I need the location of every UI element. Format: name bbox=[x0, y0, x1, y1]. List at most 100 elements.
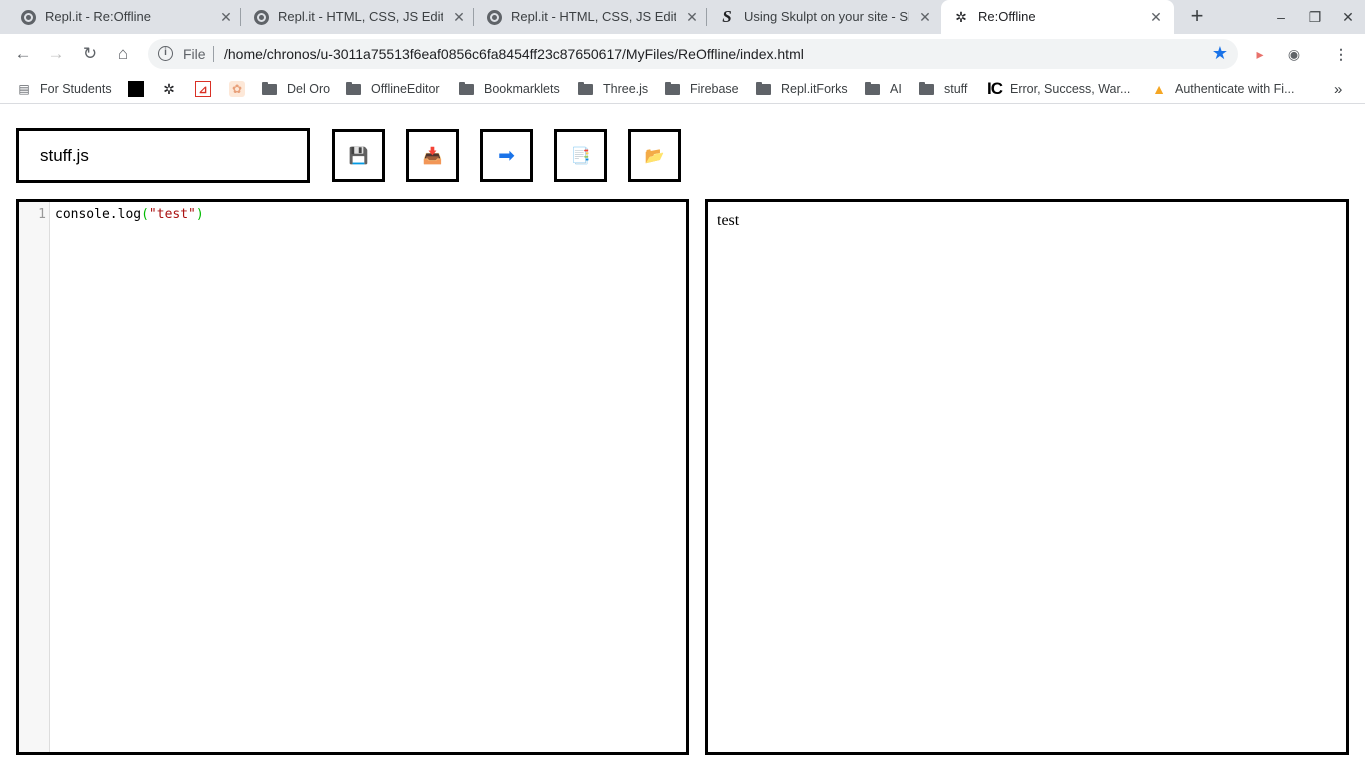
bookmark-threejs[interactable]: Three.js bbox=[578, 80, 648, 98]
code-string: "test" bbox=[148, 207, 196, 222]
tab-strip: Repl.it - Re:Offline ✕ Repl.it - HTML, C… bbox=[0, 0, 1365, 34]
bookmark-label: Repl.itForks bbox=[781, 82, 848, 96]
bookmark-authenticate[interactable]: ▲ Authenticate with Fi... bbox=[1151, 80, 1295, 98]
browser-toolbar: ← → ↻ ⌂ i File /home/chronos/u-3011a7551… bbox=[0, 34, 1365, 74]
bookmark-bookmarklets[interactable]: Bookmarklets bbox=[459, 80, 560, 98]
tab-skulpt[interactable]: S Using Skulpt on your site - Sk ✕ bbox=[707, 0, 940, 34]
bookmark-error-success[interactable]: IC Error, Success, War... bbox=[987, 79, 1131, 98]
tab-replit-editor-1[interactable]: Repl.it - HTML, CSS, JS Editor ✕ bbox=[241, 0, 474, 34]
floppy-disk-icon: 💾 bbox=[348, 147, 369, 165]
bookmark-black-square[interactable] bbox=[128, 80, 144, 98]
download-button[interactable]: 📥 bbox=[406, 129, 459, 182]
line-gutter: 1 bbox=[19, 202, 50, 752]
folder-icon bbox=[756, 81, 771, 95]
line-number: 1 bbox=[38, 207, 46, 222]
bookmark-label: For Students bbox=[40, 82, 112, 96]
home-icon[interactable]: ⌂ bbox=[112, 43, 134, 65]
tab-title: Repl.it - HTML, CSS, JS Editor bbox=[278, 9, 443, 24]
files-button[interactable]: 📑 bbox=[554, 129, 607, 182]
ic-logo-icon: IC bbox=[987, 79, 1003, 98]
close-icon[interactable]: ✕ bbox=[1148, 9, 1164, 25]
output-text: test bbox=[717, 212, 740, 229]
filename-input[interactable] bbox=[16, 128, 310, 183]
close-icon[interactable]: ✕ bbox=[917, 9, 933, 25]
inbox-tray-icon: 📥 bbox=[422, 147, 443, 165]
bookmark-label: Del Oro bbox=[287, 82, 331, 96]
address-bar[interactable]: i File /home/chronos/u-3011a75513f6eaf08… bbox=[148, 39, 1238, 69]
code-identifier: console.log bbox=[55, 207, 142, 222]
folder-icon bbox=[865, 81, 880, 95]
bookmarks-bar: ▤ For Students ✲ ⊿ ✿ Del Oro OfflineEdit… bbox=[0, 74, 1365, 104]
reload-icon[interactable]: ↻ bbox=[79, 43, 101, 65]
bookmark-stuff[interactable]: stuff bbox=[919, 80, 967, 98]
save-button[interactable]: 💾 bbox=[332, 129, 385, 182]
folder-open-icon: 📂 bbox=[644, 147, 665, 165]
tab-title: Using Skulpt on your site - Sk bbox=[744, 9, 909, 24]
bookmark-del-oro[interactable]: Del Oro bbox=[262, 80, 330, 98]
apps-icon: ▤ bbox=[18, 82, 30, 96]
url-text[interactable]: /home/chronos/u-3011a75513f6eaf0856c6fa8… bbox=[224, 46, 804, 62]
bookmark-label: Bookmarklets bbox=[484, 82, 560, 96]
bookmark-firebase[interactable]: Firebase bbox=[665, 80, 739, 98]
more-bookmarks-chevron-icon[interactable]: » bbox=[1334, 80, 1342, 98]
bookmark-label: stuff bbox=[944, 82, 968, 96]
bookmark-label: Three.js bbox=[603, 82, 649, 96]
new-tab-button[interactable]: + bbox=[1186, 5, 1208, 28]
forward-icon[interactable]: → bbox=[45, 43, 67, 65]
code-editor[interactable]: 1 console.log("test") bbox=[16, 199, 689, 755]
tab-reoffline-active[interactable]: ✲ Re:Offline ✕ bbox=[941, 0, 1174, 34]
bookmark-gear[interactable]: ✲ bbox=[161, 80, 185, 98]
tab-title: Repl.it - HTML, CSS, JS Editor bbox=[511, 9, 676, 24]
bookmark-image[interactable]: ✿ bbox=[229, 80, 253, 98]
folder-icon bbox=[459, 81, 474, 95]
output-panel: test bbox=[705, 199, 1349, 755]
bookmark-label: Error, Success, War... bbox=[1010, 82, 1131, 96]
replit-icon bbox=[253, 9, 269, 25]
code-line[interactable]: console.log("test") bbox=[55, 207, 204, 222]
code-open-paren: ( bbox=[141, 207, 149, 222]
bookmark-star-icon[interactable]: ★ bbox=[1212, 43, 1228, 64]
menu-icon[interactable]: ⋮ bbox=[1332, 45, 1350, 63]
image-icon: ✿ bbox=[229, 81, 245, 97]
bookmark-label: OfflineEditor bbox=[371, 82, 440, 96]
open-folder-button[interactable]: 📂 bbox=[628, 129, 681, 182]
bookmark-label: Authenticate with Fi... bbox=[1175, 82, 1295, 96]
url-scheme: File bbox=[183, 46, 206, 62]
bookmark-offlineeditor[interactable]: OfflineEditor bbox=[346, 80, 440, 98]
folder-icon bbox=[665, 81, 680, 95]
code-close-paren: ) bbox=[195, 207, 204, 222]
gear-icon: ✲ bbox=[955, 8, 967, 25]
folder-icon bbox=[919, 81, 934, 95]
close-icon[interactable]: ✕ bbox=[451, 9, 467, 25]
bookmark-for-students[interactable]: ▤ For Students bbox=[16, 80, 112, 98]
bookmark-pdf[interactable]: ⊿ bbox=[195, 80, 219, 98]
replit-icon bbox=[20, 9, 36, 25]
firebase-icon: ▲ bbox=[1152, 81, 1166, 97]
gear-icon: ✲ bbox=[163, 80, 175, 97]
skulpt-icon: S bbox=[722, 7, 732, 26]
bookmark-replitforks[interactable]: Repl.itForks bbox=[756, 80, 848, 98]
tab-title: Re:Offline bbox=[978, 9, 1036, 24]
close-window-icon[interactable]: ✕ bbox=[1339, 8, 1357, 26]
extension-icon[interactable]: ◉ bbox=[1285, 45, 1303, 63]
tab-replit-reoffline[interactable]: Repl.it - Re:Offline ✕ bbox=[8, 0, 241, 34]
close-icon[interactable]: ✕ bbox=[218, 9, 234, 25]
minimize-icon[interactable]: – bbox=[1272, 8, 1290, 26]
extension-icon[interactable]: ▸ bbox=[1251, 45, 1269, 63]
tab-replit-editor-2[interactable]: Repl.it - HTML, CSS, JS Editor ✕ bbox=[474, 0, 707, 34]
bookmark-ai[interactable]: AI bbox=[865, 80, 902, 98]
info-icon[interactable]: i bbox=[158, 46, 173, 61]
pdf-icon: ⊿ bbox=[195, 81, 211, 97]
tab-title: Repl.it - Re:Offline bbox=[45, 9, 151, 24]
restore-icon[interactable]: ❐ bbox=[1306, 8, 1324, 26]
run-button[interactable]: ➡ bbox=[480, 129, 533, 182]
right-arrow-icon: ➡ bbox=[498, 145, 515, 167]
black-square-icon bbox=[128, 81, 144, 97]
bookmark-label: AI bbox=[890, 82, 902, 96]
back-icon[interactable]: ← bbox=[12, 43, 34, 65]
close-icon[interactable]: ✕ bbox=[684, 9, 700, 25]
folder-icon bbox=[262, 81, 277, 95]
page-list-icon: 📑 bbox=[570, 147, 591, 165]
bookmark-label: Firebase bbox=[690, 82, 739, 96]
replit-icon bbox=[486, 9, 502, 25]
